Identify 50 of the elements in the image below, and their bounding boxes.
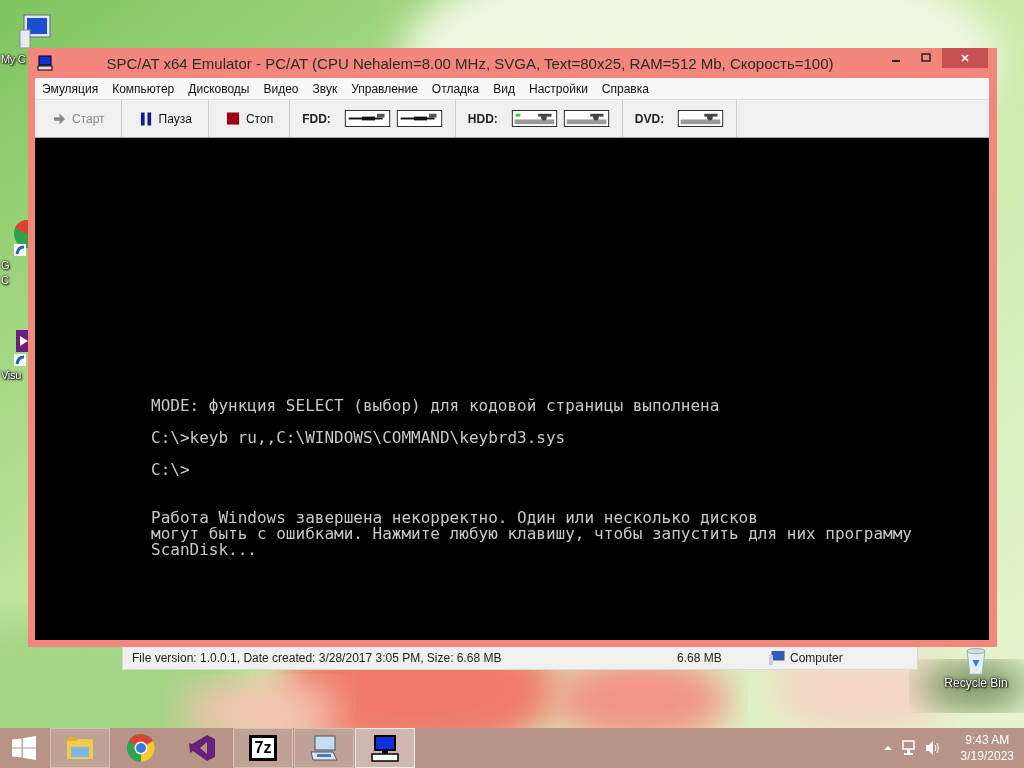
windows-start-icon[interactable] bbox=[12, 736, 36, 760]
network-icon[interactable] bbox=[900, 740, 917, 756]
maximize-icon[interactable] bbox=[921, 53, 931, 63]
floppy-drive-icon[interactable] bbox=[395, 110, 443, 127]
clock-time: 9:43 AM bbox=[965, 732, 1010, 748]
computer-keyboard-icon bbox=[309, 733, 339, 763]
menu-item[interactable]: Вид bbox=[486, 81, 522, 96]
ribbon-logo-icon bbox=[187, 733, 217, 763]
show-hidden-icons-icon[interactable] bbox=[882, 743, 893, 753]
status-text: Computer bbox=[790, 651, 843, 665]
menu-item[interactable]: Компьютер bbox=[105, 81, 182, 96]
drive-label: FDD: bbox=[302, 111, 331, 126]
disk-drive-icon[interactable] bbox=[510, 110, 558, 127]
floppy-drive-icon[interactable] bbox=[343, 110, 391, 127]
drive-label: DVD: bbox=[634, 111, 665, 126]
arrow-icon bbox=[53, 111, 66, 126]
menu-item[interactable]: Звук bbox=[305, 81, 345, 96]
taskbar-button[interactable]: 7z bbox=[233, 728, 293, 768]
menu-item[interactable]: Видео bbox=[256, 81, 306, 96]
menu-item[interactable]: Настройки bbox=[522, 81, 595, 96]
browser-icon bbox=[126, 733, 156, 763]
stop-icon bbox=[226, 111, 240, 126]
clock-date: 3/19/2023 bbox=[960, 748, 1014, 764]
menu-item[interactable]: Дисководы bbox=[181, 81, 257, 96]
disk-drive-icon[interactable] bbox=[562, 110, 610, 127]
console-line: могут быть с ошибками. Нажмите любую клавишу, чтобы запустить для них программу bbox=[151, 526, 913, 542]
close-icon bbox=[960, 53, 970, 63]
menu-item[interactable]: Управление bbox=[344, 81, 425, 96]
menu-item[interactable]: Эмуляция bbox=[35, 81, 106, 96]
toolbar-button[interactable]: Пауза bbox=[121, 100, 209, 137]
console-line: Работа Windows завершена некорректно. Один или несколько дисков bbox=[151, 510, 759, 526]
drive-label: HDD: bbox=[467, 111, 498, 126]
computer-icon bbox=[769, 651, 785, 665]
menu-item[interactable]: Отладка bbox=[424, 81, 487, 96]
window-title: SPC/AT x64 Emulator - PC/AT (CPU Nehalem=8.00 MHz, SVGA, Text=80x25, RAM=512 Mb, Скорость=100) bbox=[105, 54, 835, 72]
status-text: 6.68 MB bbox=[677, 651, 723, 665]
console-line: ScanDisk... bbox=[151, 542, 258, 558]
console-line: C:\>keyb ru,,C:\WINDOWS\COMMAND\keybrd3.sys bbox=[151, 430, 567, 446]
disk-drive-icon[interactable] bbox=[677, 110, 725, 127]
menu-item[interactable]: Справка bbox=[594, 81, 656, 96]
pause-icon bbox=[139, 111, 153, 126]
console-line: C:\> bbox=[151, 462, 191, 478]
computer-icon bbox=[370, 733, 400, 763]
toolbar-button[interactable]: Стоп bbox=[208, 100, 291, 137]
speaker-icon[interactable] bbox=[924, 740, 941, 756]
status-text: File version: 1.0.0.1, Date created: 3/28/2017 3:05 PM, Size: 6.68 MB bbox=[132, 651, 503, 665]
archiver-logo: 7z bbox=[248, 735, 278, 761]
close-button[interactable] bbox=[942, 48, 988, 68]
computer-icon bbox=[37, 55, 53, 71]
console-line: MODE: функция SELECT (выбор) для кодовой страницы выполнена bbox=[151, 398, 721, 414]
